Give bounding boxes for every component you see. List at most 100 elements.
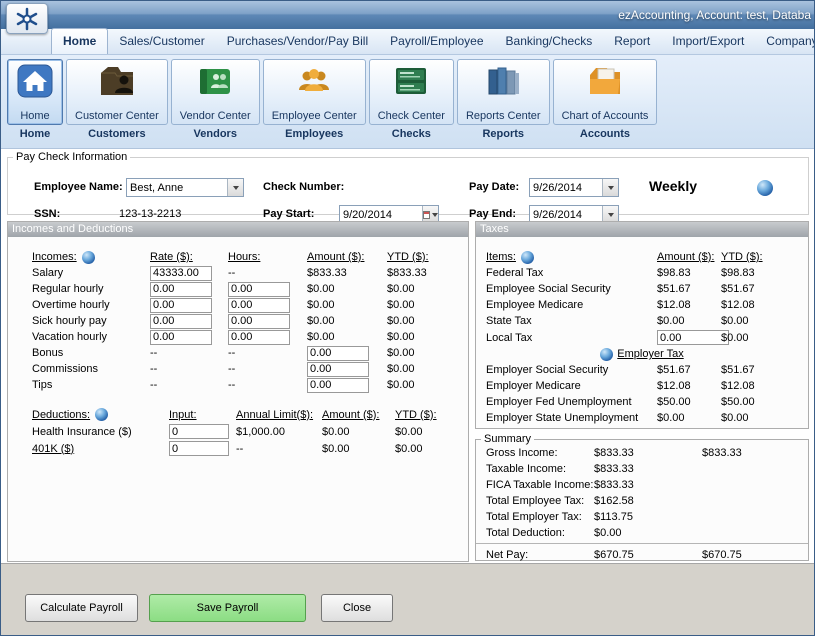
- sick-hourly-hours-input[interactable]: [228, 314, 290, 329]
- vacation-hourly-hours-input[interactable]: [228, 330, 290, 345]
- tab-report[interactable]: Report: [603, 29, 661, 54]
- income-row-regular-hourly: Regular hourly $0.00 $0.00: [8, 281, 468, 297]
- deduction-row-health-insurance: Health Insurance ($) $1,000.00 $0.00 $0.…: [8, 423, 468, 440]
- salary-rate-input[interactable]: [150, 266, 212, 281]
- income-label: Salary: [32, 267, 150, 279]
- local-tax-ytd: $0.00: [721, 332, 808, 344]
- bonus-rate: --: [150, 347, 228, 359]
- taxes-panel: Taxes Items: Amount ($): YTD ($): Federa…: [475, 221, 809, 429]
- tab-payroll-employee[interactable]: Payroll/Employee: [379, 29, 494, 54]
- employee-center-icon: [295, 63, 333, 99]
- amount-column-header: Amount ($):: [322, 409, 395, 421]
- commissions-amount-input[interactable]: [307, 362, 369, 377]
- app-logo-icon[interactable]: [6, 3, 48, 34]
- reports-center-button[interactable]: Reports Center: [457, 59, 550, 125]
- tab-import-export[interactable]: Import/Export: [661, 29, 755, 54]
- tab-sales-customer[interactable]: Sales/Customer: [108, 29, 215, 54]
- check-number-input[interactable]: [346, 178, 441, 196]
- income-label: Bonus: [32, 347, 150, 359]
- bonus-hours: --: [228, 347, 307, 359]
- overtime-hourly-rate-input[interactable]: [150, 298, 212, 313]
- income-row-sick-hourly: Sick hourly pay $0.00 $0.00: [8, 313, 468, 329]
- employer-tax-header-row: Employer Tax: [476, 346, 808, 362]
- deduction-column-headers: Deductions: Input: Annual Limit($): Amou…: [8, 406, 468, 423]
- net-pay-label: Net Pay:: [486, 549, 594, 561]
- 401k-input[interactable]: [169, 441, 229, 456]
- employer-suta-ytd: $0.00: [721, 412, 808, 424]
- employer-futa-amount: $50.00: [657, 396, 721, 408]
- reports-caption[interactable]: Reports: [482, 128, 524, 140]
- calculate-payroll-button[interactable]: Calculate Payroll: [25, 594, 138, 622]
- help-globe-icon[interactable]: [757, 180, 773, 196]
- tab-home[interactable]: Home: [51, 28, 108, 54]
- bonus-amount-input[interactable]: [307, 346, 369, 361]
- fica-taxable-income-value: $833.33: [594, 479, 702, 491]
- sick-hourly-rate-input[interactable]: [150, 314, 212, 329]
- vendor-center-label: Vendor Center: [180, 110, 251, 122]
- bonus-ytd: $0.00: [387, 347, 468, 359]
- pay-date-select[interactable]: 9/26/2014: [529, 178, 619, 197]
- help-globe-icon[interactable]: [521, 251, 534, 264]
- tax-row-employee-medicare: Employee Medicare $12.08 $12.08: [476, 297, 808, 313]
- tips-hours: --: [228, 379, 307, 391]
- tab-company[interactable]: Company: [755, 29, 815, 54]
- pay-frequency-label: Weekly: [649, 178, 697, 194]
- chart-of-accounts-button[interactable]: Chart of Accounts: [553, 59, 658, 125]
- summary-label: Total Deduction:: [486, 527, 594, 539]
- income-column-headers: Incomes: Rate ($): Hours: Amount ($): YT…: [8, 249, 468, 265]
- tax-label: State Tax: [486, 315, 657, 327]
- chevron-down-icon[interactable]: [227, 179, 243, 196]
- vacation-hourly-rate-input[interactable]: [150, 330, 212, 345]
- hours-column-header: Hours:: [228, 251, 307, 263]
- vendors-caption[interactable]: Vendors: [194, 128, 237, 140]
- help-globe-icon[interactable]: [82, 251, 95, 264]
- checks-caption[interactable]: Checks: [392, 128, 431, 140]
- employee-center-label: Employee Center: [272, 110, 357, 122]
- total-employee-tax-value: $162.58: [594, 495, 702, 507]
- employee-name-select[interactable]: Best, Anne: [126, 178, 244, 197]
- overtime-hourly-hours-input[interactable]: [228, 298, 290, 313]
- home-caption[interactable]: Home: [20, 128, 51, 140]
- check-center-button[interactable]: Check Center: [369, 59, 454, 125]
- health-insurance-input[interactable]: [169, 424, 229, 439]
- summary-row-total-employee-tax: Total Employee Tax: $162.58: [476, 493, 808, 509]
- commissions-ytd: $0.00: [387, 363, 468, 375]
- summary-group: Summary Gross Income: $833.33 $833.33 Ta…: [475, 433, 809, 561]
- chevron-down-icon[interactable]: [602, 179, 618, 196]
- regular-hourly-rate-input[interactable]: [150, 282, 212, 297]
- tax-row-employer-fed-unemployment: Employer Fed Unemployment $50.00 $50.00: [476, 394, 808, 410]
- customer-center-button[interactable]: Customer Center: [66, 59, 168, 125]
- tab-purchases-vendor-pay-bill[interactable]: Purchases/Vendor/Pay Bill: [216, 29, 379, 54]
- regular-hourly-hours-input[interactable]: [228, 282, 290, 297]
- tab-banking-checks[interactable]: Banking/Checks: [495, 29, 604, 54]
- home-button[interactable]: Home: [7, 59, 63, 125]
- employees-caption[interactable]: Employees: [285, 128, 343, 140]
- deduction-label: Health Insurance ($): [32, 426, 169, 438]
- toolbar-item-check-center: Check Center Checks: [369, 59, 454, 140]
- health-insurance-limit: $1,000.00: [236, 426, 322, 438]
- help-globe-icon[interactable]: [600, 348, 613, 361]
- regular-hourly-ytd: $0.00: [387, 283, 468, 295]
- vendor-center-button[interactable]: Vendor Center: [171, 59, 260, 125]
- employee-name-label: Employee Name:: [34, 181, 123, 193]
- summary-row-total-employer-tax: Total Employer Tax: $113.75: [476, 509, 808, 525]
- incomes-label: Incomes:: [32, 251, 77, 263]
- local-tax-input[interactable]: [657, 330, 729, 345]
- state-tax-ytd: $0.00: [721, 315, 808, 327]
- save-payroll-button[interactable]: Save Payroll: [149, 594, 306, 622]
- income-label: Vacation hourly: [32, 331, 150, 343]
- help-globe-icon[interactable]: [95, 408, 108, 421]
- close-button[interactable]: Close: [321, 594, 393, 622]
- employee-center-button[interactable]: Employee Center: [263, 59, 366, 125]
- summary-label: Gross Income:: [486, 447, 594, 459]
- toolbar-item-customer-center: Customer Center Customers: [66, 59, 168, 140]
- income-row-salary: Salary -- $833.33 $833.33: [8, 265, 468, 281]
- ytd-column-header: YTD ($):: [387, 251, 468, 263]
- gross-income-value: $833.33: [594, 447, 702, 459]
- accounts-caption[interactable]: Accounts: [580, 128, 630, 140]
- tips-amount-input[interactable]: [307, 378, 369, 393]
- customers-caption[interactable]: Customers: [88, 128, 145, 140]
- ssn-value: 123-13-2213: [119, 208, 181, 220]
- tax-label: Employer Fed Unemployment: [486, 396, 657, 408]
- health-insurance-amount: $0.00: [322, 426, 395, 438]
